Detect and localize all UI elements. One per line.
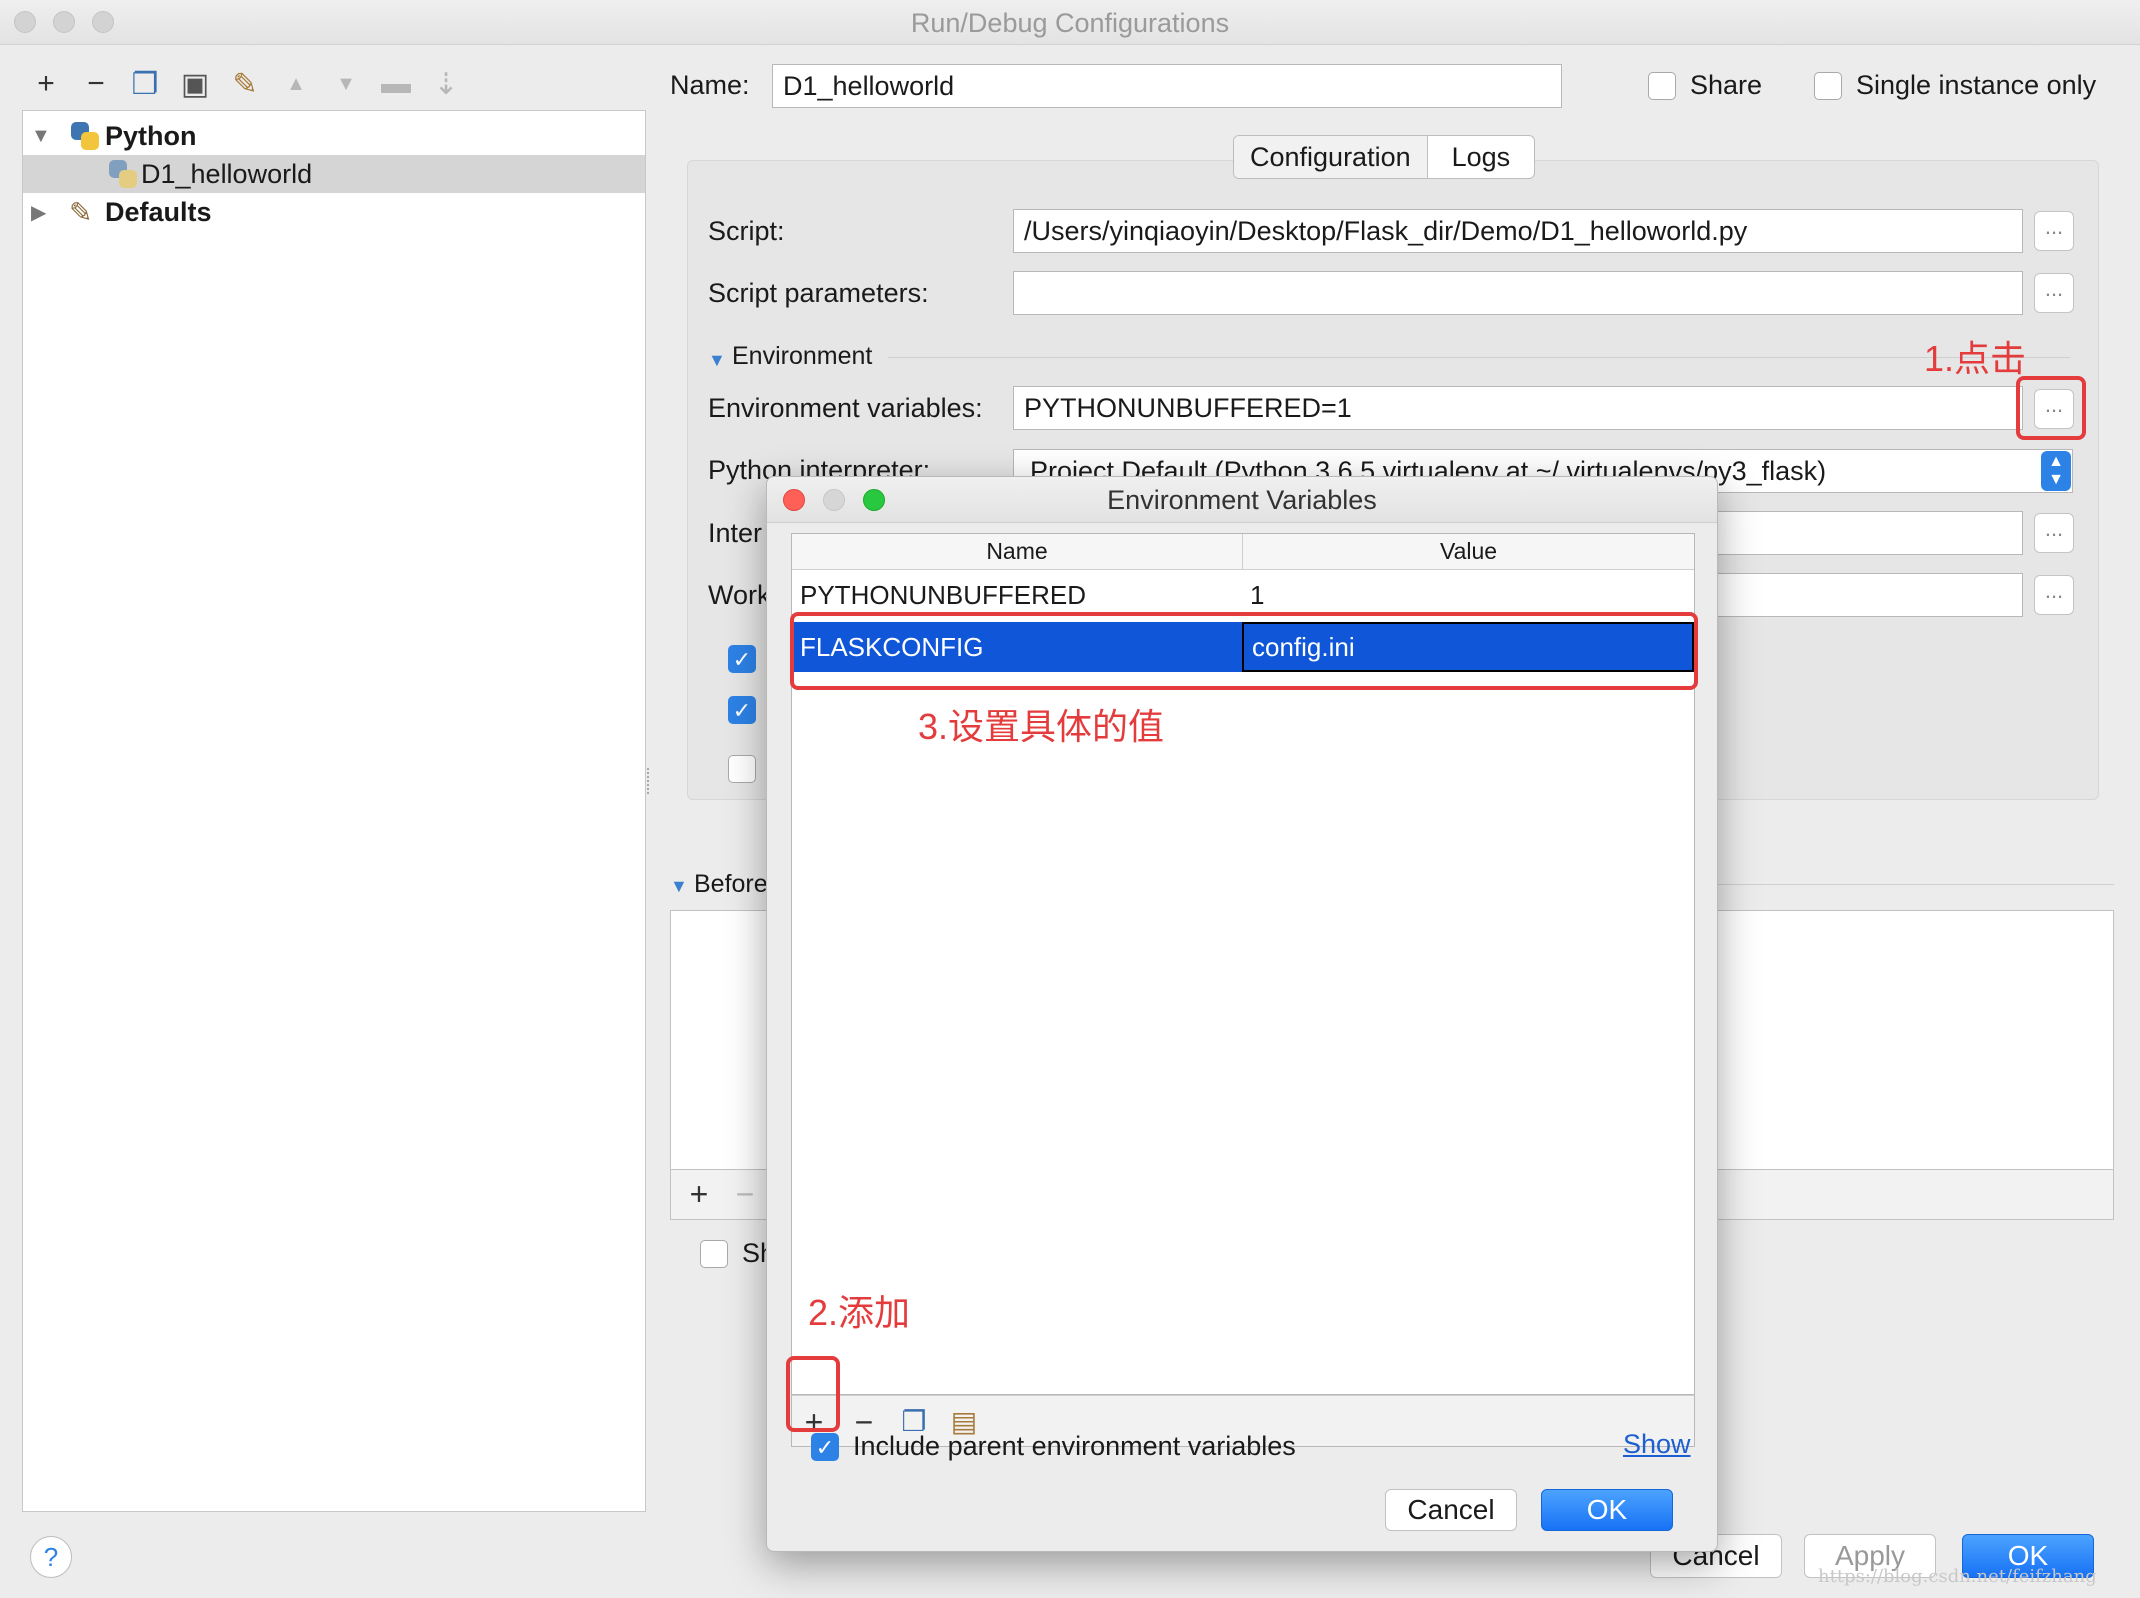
include-parent-env-label: Include parent environment variables: [853, 1431, 1296, 1461]
tab-bar: Configuration Logs: [1233, 135, 1536, 179]
copy-icon[interactable]: ❐: [127, 66, 163, 102]
environment-variables-input[interactable]: PYTHONUNBUFFERED=1: [1013, 386, 2023, 430]
wrench-icon[interactable]: ✎: [227, 66, 263, 102]
single-instance-label: Single instance only: [1856, 70, 2097, 100]
splitter-handle[interactable]: [647, 768, 653, 794]
dialog-title: Environment Variables: [1107, 485, 1377, 515]
script-input[interactable]: /Users/yinqiaoyin/Desktop/Flask_dir/Demo…: [1013, 209, 2023, 253]
annotation-highlight-add-button: [786, 1356, 840, 1432]
sort-icon[interactable]: ⇣: [428, 66, 464, 102]
script-parameters-label: Script parameters:: [708, 278, 929, 308]
browse-working-directory-button[interactable]: ...: [2034, 575, 2074, 615]
expand-interpreter-options-button[interactable]: ...: [2034, 513, 2074, 553]
chevron-down-icon[interactable]: ▼: [708, 350, 726, 371]
arrow-down-icon[interactable]: ▼: [328, 66, 364, 102]
arrow-up-icon[interactable]: ▲: [278, 66, 314, 102]
annotation-step2: 2.添加: [808, 1292, 911, 1333]
share-label: Share: [1690, 70, 1763, 100]
chevron-down-icon[interactable]: ▼: [31, 125, 51, 148]
script-parameters-input[interactable]: [1013, 271, 2023, 315]
column-header-name[interactable]: Name: [792, 538, 1242, 565]
show-page-checkbox[interactable]: [700, 1240, 728, 1268]
window-title: Run/Debug Configurations: [910, 8, 1230, 38]
tree-item-label: Defaults: [105, 196, 212, 227]
configuration-tree[interactable]: ▼ Python D1_helloworld ▶ ✎ Defaults: [22, 110, 646, 1512]
annotation-highlight-row: [790, 612, 1698, 690]
interpreter-options-label: Inter: [708, 518, 763, 548]
name-input[interactable]: D1_helloworld: [772, 64, 1562, 108]
wrench-icon: ✎: [69, 196, 93, 228]
plus-icon[interactable]: +: [28, 66, 64, 102]
chevron-right-icon[interactable]: ▶: [31, 200, 46, 225]
chevron-down-icon[interactable]: ▼: [670, 876, 688, 897]
add-content-roots-checkbox[interactable]: ✓: [728, 645, 756, 673]
include-parent-env-checkbox[interactable]: ✓: [811, 1433, 839, 1461]
tab-configuration[interactable]: Configuration: [1234, 136, 1428, 178]
script-label: Script:: [708, 216, 785, 246]
plus-icon[interactable]: +: [679, 1174, 719, 1214]
watermark: https://blog.csdn.net/feifzhang: [1818, 1566, 2097, 1587]
python-icon: [71, 122, 99, 150]
save-icon[interactable]: ▣: [177, 66, 213, 102]
single-instance-checkbox[interactable]: [1814, 72, 1842, 100]
window-titlebar: Run/Debug Configurations: [0, 0, 2140, 45]
tree-item-label: Python: [105, 120, 197, 151]
section-divider: [1718, 884, 2114, 885]
folder-icon[interactable]: ▬: [378, 66, 414, 102]
tab-logs[interactable]: Logs: [1428, 136, 1535, 178]
annotation-step1: 1.点击: [1924, 338, 2027, 379]
python-file-icon: [109, 160, 137, 188]
minus-icon[interactable]: −: [725, 1174, 765, 1214]
emulate-terminal-checkbox[interactable]: [728, 755, 756, 783]
browse-script-button[interactable]: ...: [2034, 211, 2074, 251]
show-link[interactable]: Show: [1623, 1429, 1691, 1460]
share-checkbox[interactable]: [1648, 72, 1676, 100]
section-divider: [888, 357, 2070, 358]
help-button[interactable]: ?: [30, 1536, 72, 1578]
expand-parameters-button[interactable]: ...: [2034, 273, 2074, 313]
before-launch-label: Before: [694, 870, 768, 898]
tree-item-python[interactable]: ▼ Python: [23, 117, 645, 155]
table-header: Name Value: [792, 534, 1694, 570]
dialog-ok-button[interactable]: OK: [1541, 1489, 1673, 1531]
tree-item-label: D1_helloworld: [141, 158, 313, 189]
working-directory-label: Work: [708, 580, 771, 610]
annotation-highlight-env-button: [2016, 376, 2086, 440]
name-label: Name:: [670, 70, 750, 100]
dialog-titlebar: Environment Variables: [767, 477, 1717, 523]
add-source-roots-checkbox[interactable]: ✓: [728, 696, 756, 724]
tree-item-defaults[interactable]: ▶ ✎ Defaults: [23, 193, 645, 231]
annotation-step3: 3.设置具体的值: [918, 706, 1165, 747]
select-arrows-icon[interactable]: ▲ ▼: [2041, 451, 2071, 491]
environment-variables-label: Environment variables:: [708, 393, 983, 423]
dialog-cancel-button[interactable]: Cancel: [1385, 1489, 1517, 1531]
environment-section-label: Environment: [732, 342, 873, 370]
tree-item-d1-helloworld[interactable]: D1_helloworld: [23, 155, 645, 193]
column-header-value[interactable]: Value: [1243, 538, 1694, 565]
minus-icon[interactable]: −: [78, 66, 114, 102]
